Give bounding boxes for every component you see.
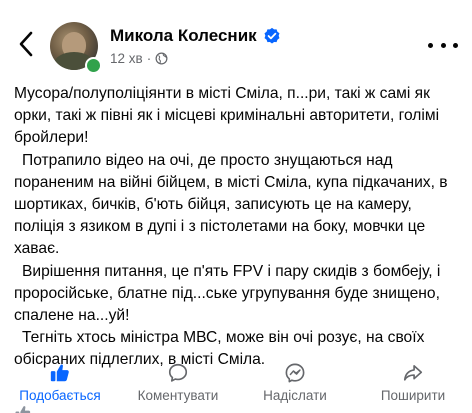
meta-separator: ·: [146, 51, 152, 66]
author-name[interactable]: Микола Колесник: [110, 26, 257, 46]
chevron-left-icon: [19, 31, 33, 57]
send-label: Надіслати: [263, 388, 327, 403]
verified-badge-icon: [264, 27, 280, 44]
post-time[interactable]: 12 хв: [110, 51, 143, 66]
comment-label: Коментувати: [137, 388, 219, 403]
more-options-button[interactable]: [428, 38, 458, 52]
post-header: Микола Колесник 12 хв ·: [0, 0, 472, 84]
post-action-bar: Подобається Коментувати Надіслати Пошири…: [0, 362, 472, 408]
thumbs-up-icon: [15, 406, 31, 413]
like-label: Подобається: [19, 388, 101, 403]
online-status-indicator: [85, 57, 102, 74]
send-button[interactable]: Надіслати: [247, 362, 343, 403]
next-post-peek: [14, 404, 34, 413]
post-paragraph: Мусора/полуполіціянти в місті Сміла, п..…: [14, 85, 440, 147]
more-dot: [440, 42, 446, 48]
author-row: Микола Колесник: [110, 26, 281, 46]
post-text: Мусора/полуполіціянти в місті Сміла, п..…: [14, 83, 464, 372]
share-button[interactable]: Поширити: [363, 362, 463, 403]
share-arrow-icon: [403, 365, 423, 381]
globe-icon: [155, 52, 168, 65]
comment-bubble-icon: [168, 363, 188, 382]
share-label: Поширити: [380, 388, 446, 403]
post-paragraph: Вирішення питання, це п'ять FPV і пару с…: [14, 262, 441, 325]
more-dot: [453, 42, 458, 48]
more-dot: [428, 42, 433, 48]
messenger-icon: [285, 363, 305, 383]
back-button[interactable]: [14, 28, 38, 60]
comment-button[interactable]: Коментувати: [118, 362, 238, 403]
author-avatar[interactable]: [50, 22, 102, 74]
thumbs-up-icon: [50, 364, 69, 382]
like-button[interactable]: Подобається: [10, 362, 110, 403]
post-meta: 12 хв ·: [110, 51, 168, 66]
post-paragraph: Потрапило відео на очі, де просто знущаю…: [14, 151, 448, 258]
